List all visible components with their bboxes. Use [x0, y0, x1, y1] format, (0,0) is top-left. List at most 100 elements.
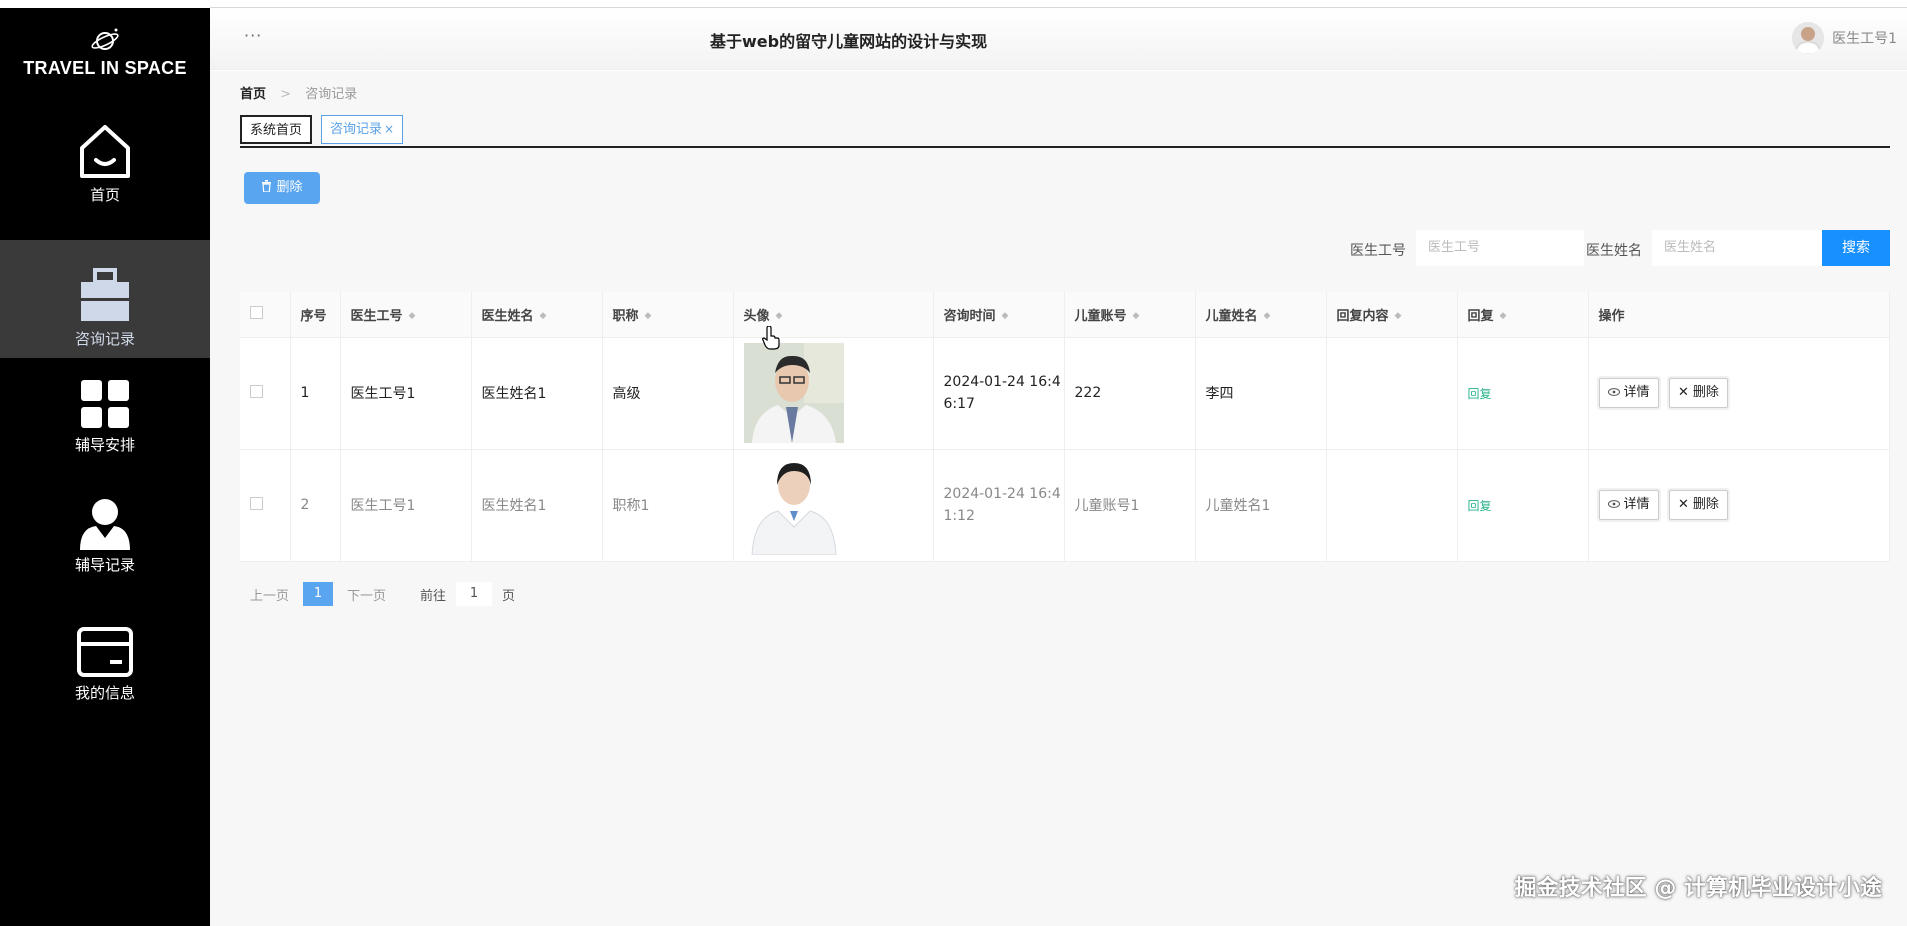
sort-icon[interactable]: ◆ [409, 311, 416, 321]
cell-index: 1 [290, 337, 341, 449]
column-header[interactable]: 职称 ◆ [602, 292, 734, 338]
doctor-photo[interactable] [743, 343, 844, 443]
trash-icon [262, 180, 272, 193]
column-header: 操作 [1588, 292, 1890, 338]
sort-icon[interactable]: ◆ [1133, 311, 1140, 321]
column-header[interactable]: 回复内容 ◆ [1326, 292, 1458, 338]
prev-page-button[interactable]: 上一页 [250, 585, 289, 604]
cell-avatar [733, 449, 934, 561]
sidebar-item-label: 咨询记录 [74, 330, 135, 348]
header-select-all[interactable] [240, 292, 291, 338]
cell-child-account: 222 [1064, 337, 1196, 449]
cell-avatar [733, 337, 934, 449]
next-page-button[interactable]: 下一页 [347, 585, 386, 604]
pagination: 上一页 1 下一页 前往 1 页 [250, 582, 515, 606]
column-header[interactable]: 儿童账号 ◆ [1064, 292, 1196, 338]
sidebar-item-label: 辅导记录 [74, 556, 135, 574]
breadcrumb: 首页 > 咨询记录 [240, 83, 357, 102]
breadcrumb-home[interactable]: 首页 [240, 87, 266, 102]
delete-button[interactable]: ✕ 删除 [1668, 490, 1728, 520]
table-header-row: 序号 医生工号 ◆ 医生姓名 ◆ 职称 ◆ 头像 ◆ 咨询时间 ◆ 儿童账号 ◆ 儿童姓名 ◆… [240, 292, 1890, 338]
doctor-name-placeholder: 医生姓名 [1664, 240, 1717, 255]
doctor-photo[interactable] [743, 455, 844, 555]
sidebar-item-tutor-records[interactable]: 辅导记录 [0, 498, 210, 616]
search-button[interactable]: 搜索 [1822, 230, 1890, 266]
site-title: 基于web的留守儿童网站的设计与实现 [710, 32, 988, 51]
tab-label: 系统首页 [250, 123, 303, 138]
tab-consult-records[interactable]: 咨询记录 × [321, 115, 404, 144]
user-name: 医生工号1 [1832, 31, 1897, 47]
delete-button[interactable]: ✕ 删除 [1668, 378, 1728, 408]
sort-icon[interactable]: ◆ [776, 311, 783, 321]
cell-consult-time: 2024-01-24 16:4 6:17 [933, 337, 1065, 449]
planet-icon [91, 28, 119, 50]
time-line: 2024-01-24 16:4 [943, 486, 1061, 502]
more-icon[interactable]: ··· [244, 26, 262, 45]
cell-doctor-name: 医生姓名1 [471, 449, 603, 561]
grid-icon [81, 380, 129, 428]
page-unit-label: 页 [502, 588, 516, 604]
reply-link[interactable]: 回复 [1468, 499, 1492, 513]
sidebar-item-consult-records[interactable]: 咨询记录 [0, 240, 210, 358]
doctor-name-label: 医生姓名 [1586, 243, 1642, 259]
row-select[interactable] [240, 337, 291, 449]
row-select[interactable] [240, 449, 291, 561]
sort-icon[interactable]: ◆ [645, 311, 652, 321]
time-line: 2024-01-24 16:4 [943, 374, 1061, 390]
column-header[interactable]: 医生工号 ◆ [340, 292, 472, 338]
column-header[interactable]: 医生姓名 ◆ [471, 292, 603, 338]
hand-cursor-icon [762, 326, 780, 350]
eye-icon [1607, 388, 1620, 396]
tab-system-home[interactable]: 系统首页 [240, 115, 313, 144]
row-checkbox[interactable] [250, 496, 263, 510]
sort-icon[interactable]: ◆ [1500, 311, 1507, 321]
cell-child-name: 李四 [1195, 337, 1327, 449]
row-checkbox[interactable] [250, 384, 263, 398]
detail-button[interactable]: 详情 [1598, 378, 1659, 408]
doctor-id-placeholder: 医生工号 [1428, 240, 1481, 255]
sort-icon[interactable]: ◆ [1002, 311, 1009, 321]
cell-doctor-id: 医生工号1 [340, 449, 472, 561]
batch-delete-button[interactable]: 删除 [244, 172, 320, 204]
watermark: 掘金技术社区 @ 计算机毕业设计小途 [1514, 876, 1882, 901]
cell-reply: 回复 [1457, 337, 1589, 449]
reply-link[interactable]: 回复 [1468, 387, 1492, 401]
table-row: 2 医生工号1 医生姓名1 职称1 2024-01-24 16:4 1:12 儿… [240, 449, 1890, 561]
sidebar-item-my-info[interactable]: 我的信息 [0, 626, 210, 744]
sidebar: TRAVEL IN SPACE 首页 咨询记录 辅导安排 辅导记录 我的信息 [0, 8, 210, 926]
cell-doctor-id: 医生工号1 [340, 337, 472, 449]
sort-icon[interactable]: ◆ [1264, 311, 1271, 321]
select-all-checkbox[interactable] [250, 305, 263, 319]
doctor-name-input[interactable]: 医生姓名 [1652, 230, 1822, 266]
sidebar-item-tutor-schedule[interactable]: 辅导安排 [0, 378, 210, 496]
sidebar-item-home[interactable]: 首页 [0, 122, 210, 240]
close-icon[interactable]: × [384, 122, 394, 136]
page-number-current[interactable]: 1 [303, 582, 334, 606]
brand: TRAVEL IN SPACE [0, 26, 210, 79]
column-header[interactable]: 儿童姓名 ◆ [1195, 292, 1327, 338]
cell-doctor-name: 医生姓名1 [471, 337, 603, 449]
column-header[interactable]: 咨询时间 ◆ [933, 292, 1065, 338]
card-icon [77, 627, 133, 677]
sort-icon[interactable]: ◆ [1395, 311, 1402, 321]
time-line: 1:12 [943, 508, 975, 524]
goto-page-input[interactable]: 1 [456, 582, 493, 606]
breadcrumb-separator: > [280, 87, 292, 102]
consult-records-table: 序号 医生工号 ◆ 医生姓名 ◆ 职称 ◆ 头像 ◆ 咨询时间 ◆ 儿童账号 ◆ 儿童姓名 ◆… [240, 292, 1890, 562]
cell-consult-time: 2024-01-24 16:4 1:12 [933, 449, 1065, 561]
cell-actions: 详情 ✕ 删除 [1588, 449, 1890, 561]
cell-title: 高级 [602, 337, 734, 449]
sort-icon[interactable]: ◆ [540, 311, 547, 321]
user-icon [80, 499, 130, 550]
doctor-id-input[interactable]: 医生工号 [1416, 230, 1584, 266]
brand-title: TRAVEL IN SPACE [23, 58, 187, 78]
briefcase-icon [81, 268, 129, 321]
detail-button[interactable]: 详情 [1598, 490, 1659, 520]
header: ··· 基于web的留守儿童网站的设计与实现 医生工号1 [210, 8, 1907, 70]
cell-reply-content [1326, 337, 1458, 449]
table-row: 1 医生工号1 医生姓名1 高级 2024-01-24 16:4 6:17 22… [240, 337, 1890, 449]
user-avatar-icon [1792, 22, 1825, 54]
column-header[interactable]: 回复 ◆ [1457, 292, 1589, 338]
user-menu[interactable]: 医生工号1 [1792, 22, 1897, 54]
cell-child-account: 儿童账号1 [1064, 449, 1196, 561]
